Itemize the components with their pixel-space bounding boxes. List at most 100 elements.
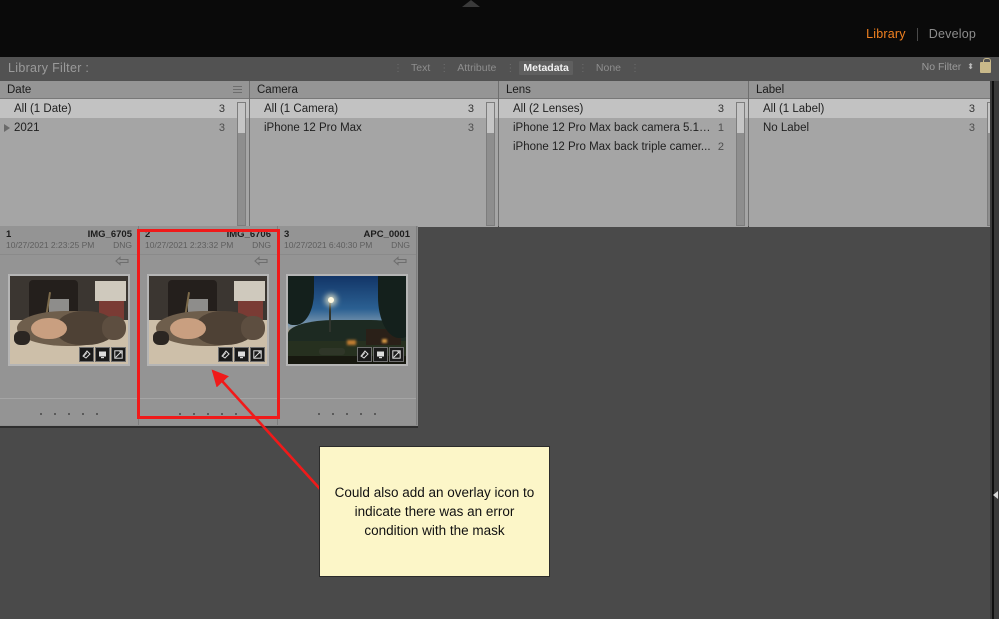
grid-cell-capture-date: 10/27/2021 2:23:32 PM <box>145 240 233 250</box>
filter-row[interactable]: All (1 Camera) 3 <box>250 99 498 118</box>
filter-pane-camera: Camera All (1 Camera) 3 iPhone 12 Pro Ma… <box>250 81 499 226</box>
crop-badge-icon[interactable] <box>79 347 94 362</box>
metadata-badge-icon[interactable] <box>373 347 388 362</box>
filter-tab-none[interactable]: None <box>592 61 625 75</box>
develop-badge-icon[interactable] <box>250 347 265 362</box>
filter-pane-scrollbar[interactable] <box>486 102 495 226</box>
thumbnail-frame[interactable] <box>8 274 130 366</box>
filter-pane-header-lens[interactable]: Lens <box>499 81 748 99</box>
filter-row-label: 2021 <box>0 122 219 134</box>
grid-cell-filename: IMG_6706 <box>227 229 271 240</box>
filter-tab-text[interactable]: Text <box>407 61 434 75</box>
grid-cell-header: 1 IMG_6705 10/27/2021 2:23:25 PM DNG <box>0 226 138 255</box>
grid-cell-file-format: DNG <box>391 240 410 250</box>
filter-preset-label[interactable]: No Filter <box>922 61 962 73</box>
filter-pane-body-label: All (1 Label) 3 No Label 3 <box>749 99 999 227</box>
filter-pane-header-label[interactable]: Label <box>749 81 999 99</box>
thumbnail-image <box>149 276 267 364</box>
rating-dots[interactable] <box>0 413 138 415</box>
chevron-updown-icon[interactable]: ⬍ <box>967 63 974 71</box>
filter-tab-attribute[interactable]: Attribute <box>453 61 500 75</box>
filter-row-label: No Label <box>749 122 969 134</box>
grid-cell-capture-date: 10/27/2021 6:40:30 PM <box>284 240 372 250</box>
thumbnail-image <box>288 276 406 364</box>
tab-separator-icon: ⋮ <box>388 63 407 74</box>
filter-pane-title: Label <box>756 84 784 96</box>
rotate-icon[interactable] <box>392 256 408 266</box>
filter-pane-title: Camera <box>257 84 298 96</box>
metadata-badge-icon[interactable] <box>234 347 249 362</box>
tab-separator-icon: ⋮ <box>500 63 519 74</box>
identity-plate-collapse-triangle-icon[interactable] <box>462 0 480 7</box>
crop-badge-icon[interactable] <box>218 347 233 362</box>
thumbnail-badges <box>357 347 404 362</box>
module-link-library[interactable]: Library <box>855 27 917 41</box>
right-panel-collapse-strip[interactable] <box>990 81 999 619</box>
filter-row-label: iPhone 12 Pro Max back triple camer... <box>499 141 718 153</box>
filter-row[interactable]: No Label 3 <box>749 118 999 137</box>
filter-pane-scrollbar[interactable] <box>736 102 745 226</box>
grid-cell-filename: APC_0001 <box>364 229 410 240</box>
metadata-badge-icon[interactable] <box>95 347 110 362</box>
filter-row[interactable]: All (2 Lenses) 3 <box>499 99 748 118</box>
filter-tab-group: ⋮ Text ⋮ Attribute ⋮ Metadata ⋮ None ⋮ <box>388 61 644 75</box>
filter-pane-scrollbar[interactable] <box>237 102 246 226</box>
tab-separator-icon: ⋮ <box>573 63 592 74</box>
filter-pane-title: Lens <box>506 84 531 96</box>
filter-pane-date: Date All (1 Date) 3 2021 3 <box>0 81 250 226</box>
filter-pane-label: Label All (1 Label) 3 No Label 3 <box>749 81 999 226</box>
rotate-icon[interactable] <box>114 256 130 266</box>
develop-badge-icon[interactable] <box>111 347 126 362</box>
thumbnail-badges <box>218 347 265 362</box>
grid-cell[interactable]: 2 IMG_6706 10/27/2021 2:23:32 PM DNG <box>139 226 278 425</box>
scrollbar-thumb[interactable] <box>737 103 744 133</box>
module-picker: Library Develop <box>855 27 987 41</box>
filter-pane-header-camera[interactable]: Camera <box>250 81 498 99</box>
filter-pane-lens: Lens All (2 Lenses) 3 iPhone 12 Pro Max … <box>499 81 749 226</box>
annotation-callout-box: Could also add an overlay icon to indica… <box>319 446 550 577</box>
crop-badge-icon[interactable] <box>357 347 372 362</box>
filter-row[interactable]: iPhone 12 Pro Max back camera 5.1m... 1 <box>499 118 748 137</box>
filter-row-label: iPhone 12 Pro Max back camera 5.1m... <box>499 122 718 134</box>
thumbnail-frame[interactable] <box>147 274 269 366</box>
rating-dots[interactable] <box>278 413 416 415</box>
filter-pane-header-date[interactable]: Date <box>0 81 249 99</box>
scrollbar-thumb[interactable] <box>238 103 245 133</box>
filter-row[interactable]: All (1 Date) 3 <box>0 99 249 118</box>
filter-pane-title: Date <box>7 84 31 96</box>
rating-dots[interactable] <box>139 413 277 415</box>
filter-tab-metadata[interactable]: Metadata <box>519 61 573 75</box>
filter-row[interactable]: iPhone 12 Pro Max back triple camer... 2 <box>499 137 748 156</box>
filter-row[interactable]: All (1 Label) 3 <box>749 99 999 118</box>
grid-cell-header: 3 APC_0001 10/27/2021 6:40:30 PM DNG <box>278 226 416 255</box>
grid-cell[interactable]: 3 APC_0001 10/27/2021 6:40:30 PM DNG <box>278 226 417 425</box>
grid-cell-index: 3 <box>284 229 289 240</box>
rotate-icon[interactable] <box>253 256 269 266</box>
grid-cell-capture-date: 10/27/2021 2:23:25 PM <box>6 240 94 250</box>
grid-cell-file-format: DNG <box>113 240 132 250</box>
disclosure-triangle-icon[interactable] <box>4 124 10 132</box>
filter-row[interactable]: iPhone 12 Pro Max 3 <box>250 118 498 137</box>
library-filter-bar: Library Filter : ⋮ Text ⋮ Attribute ⋮ Me… <box>0 57 999 82</box>
grid-cell[interactable]: 1 IMG_6705 10/27/2021 2:23:25 PM DNG <box>0 226 139 425</box>
scrollbar-thumb[interactable] <box>487 103 494 133</box>
filter-row-label: All (2 Lenses) <box>499 103 718 115</box>
develop-badge-icon[interactable] <box>389 347 404 362</box>
grid-cell-header: 2 IMG_6706 10/27/2021 2:23:32 PM DNG <box>139 226 277 255</box>
filter-row-label: All (1 Label) <box>749 103 969 115</box>
thumbnail-grid: 1 IMG_6705 10/27/2021 2:23:25 PM DNG <box>0 226 418 427</box>
filter-row-label: All (1 Date) <box>0 103 219 115</box>
tab-separator-icon: ⋮ <box>434 63 453 74</box>
lock-icon[interactable] <box>980 62 991 73</box>
filter-row[interactable]: 2021 3 <box>0 118 249 137</box>
arrow-left-icon[interactable] <box>993 491 998 499</box>
thumbnail-frame[interactable] <box>286 274 408 366</box>
filter-row-label: All (1 Camera) <box>250 103 468 115</box>
library-filter-label: Library Filter : <box>8 61 89 75</box>
filter-preset-area: No Filter ⬍ <box>922 61 991 73</box>
filter-pane-body-lens: All (2 Lenses) 3 iPhone 12 Pro Max back … <box>499 99 748 227</box>
column-options-icon[interactable] <box>233 86 242 93</box>
grid-cell-index: 1 <box>6 229 11 240</box>
lightroom-library-window: Library Develop Library Filter : ⋮ Text … <box>0 0 999 619</box>
module-link-develop[interactable]: Develop <box>918 27 987 41</box>
